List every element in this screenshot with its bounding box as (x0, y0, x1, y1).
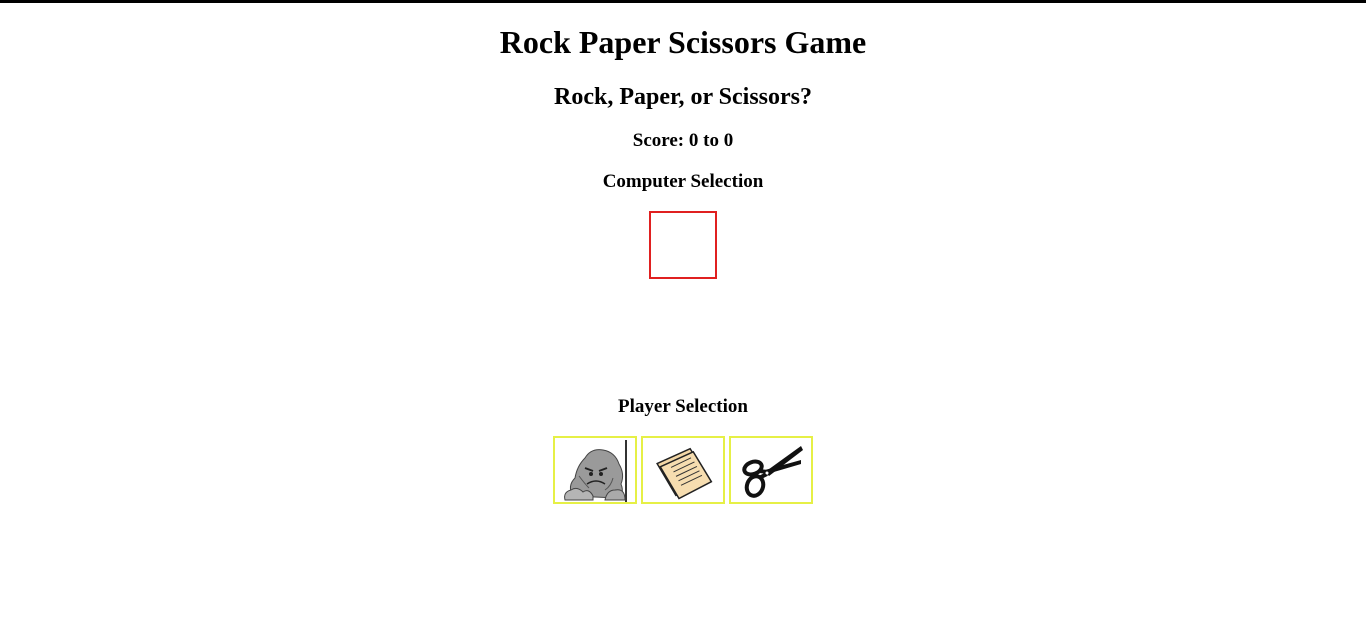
computer-selection-box (649, 211, 717, 279)
scissors-icon (742, 446, 803, 498)
player-selection-heading: Player Selection (618, 396, 748, 417)
rock-button[interactable] (553, 436, 637, 504)
computer-selection-heading: Computer Selection (602, 171, 764, 192)
prompt-heading: Rock, Paper, or Scissors? (554, 84, 812, 110)
paper-button[interactable] (641, 436, 725, 504)
top-border (0, 0, 1366, 3)
scissors-button[interactable] (729, 436, 813, 504)
game-page: Rock Paper Scissors Game Rock, Paper, or… (0, 0, 1366, 640)
player-choices (553, 436, 813, 504)
page-title: Rock Paper Scissors Game (499, 24, 867, 60)
rock-icon (563, 440, 627, 502)
score-text: Score: 0 to 0 (632, 130, 734, 151)
paper-icon (656, 447, 713, 500)
